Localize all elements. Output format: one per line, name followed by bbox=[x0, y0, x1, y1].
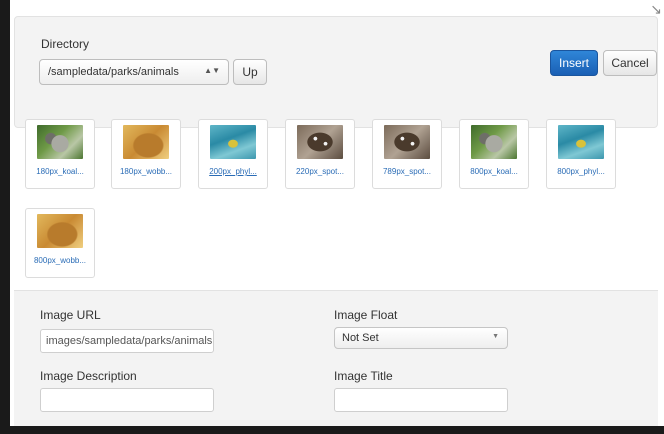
thumbnail-item[interactable]: 800px_wobb... bbox=[25, 208, 95, 278]
insert-button[interactable]: Insert bbox=[550, 50, 598, 76]
quoll-image bbox=[297, 125, 343, 159]
thumbnail-caption: 800px_wobb... bbox=[33, 256, 87, 265]
image-float-select[interactable]: Not Set ▼ bbox=[334, 327, 508, 349]
thumbnail-item[interactable]: 800px_koal... bbox=[459, 119, 529, 189]
image-title-label: Image Title bbox=[334, 369, 393, 383]
image-float-label: Image Float bbox=[334, 308, 398, 322]
sea-dragon-image bbox=[558, 125, 604, 159]
image-url-label: Image URL bbox=[40, 308, 101, 322]
resize-corner-icon[interactable]: ↘ bbox=[650, 2, 662, 16]
thumbnail-item[interactable]: 220px_spot... bbox=[285, 119, 355, 189]
koala-image bbox=[471, 125, 517, 159]
directory-select[interactable]: /sampledata/parks/animals ▲▼ bbox=[39, 59, 229, 85]
image-url-input[interactable]: images/sampledata/parks/animals bbox=[40, 329, 214, 353]
thumbnail-caption: 180px_wobb... bbox=[119, 167, 173, 176]
thumbnail-item[interactable]: 180px_wobb... bbox=[111, 119, 181, 189]
up-button[interactable]: Up bbox=[233, 59, 267, 85]
directory-select-value: /sampledata/parks/animals bbox=[48, 66, 179, 78]
thumbnail-caption: 800px_koal... bbox=[470, 167, 518, 176]
thumbnail-item[interactable]: 180px_koal... bbox=[25, 119, 95, 189]
image-title-input[interactable] bbox=[334, 388, 508, 412]
thumbnail-caption: 200px_phyl... bbox=[209, 167, 257, 176]
koala-image bbox=[37, 125, 83, 159]
thumbnail-caption: 180px_koal... bbox=[36, 167, 84, 176]
window-edge-bottom bbox=[0, 426, 664, 434]
sea-dragon-image bbox=[210, 125, 256, 159]
directory-panel: Directory /sampledata/parks/animals ▲▼ U… bbox=[14, 16, 658, 128]
directory-label: Directory bbox=[41, 37, 90, 51]
wombat-image bbox=[37, 214, 83, 248]
thumbnail-item[interactable]: 800px_phyl... bbox=[546, 119, 616, 189]
cancel-button[interactable]: Cancel bbox=[603, 50, 657, 76]
image-float-value: Not Set bbox=[342, 332, 379, 344]
thumbnail-item[interactable]: 789px_spot... bbox=[372, 119, 442, 189]
image-properties-panel: Image URL images/sampledata/parks/animal… bbox=[14, 290, 658, 427]
thumbnail-caption: 220px_spot... bbox=[295, 167, 345, 176]
thumbnail-item[interactable]: 200px_phyl... bbox=[198, 119, 268, 189]
chevron-down-icon: ▼ bbox=[492, 333, 499, 340]
wombat-image bbox=[123, 125, 169, 159]
image-description-input[interactable] bbox=[40, 388, 214, 412]
window-edge-left bbox=[0, 0, 10, 434]
quoll-image bbox=[384, 125, 430, 159]
thumbnail-caption: 800px_phyl... bbox=[557, 167, 605, 176]
image-description-label: Image Description bbox=[40, 369, 137, 383]
thumbnail-caption: 789px_spot... bbox=[382, 167, 432, 176]
chevron-down-icon: ▲▼ bbox=[204, 66, 220, 75]
